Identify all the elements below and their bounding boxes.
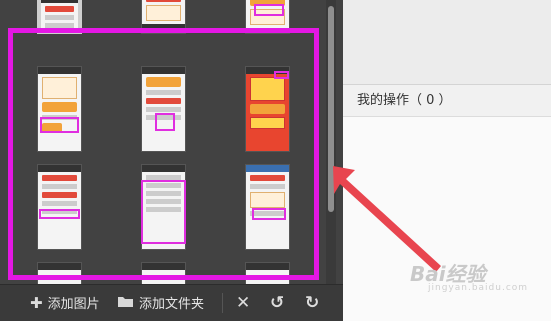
watermark-url: jingyan.baidu.com <box>428 283 529 293</box>
